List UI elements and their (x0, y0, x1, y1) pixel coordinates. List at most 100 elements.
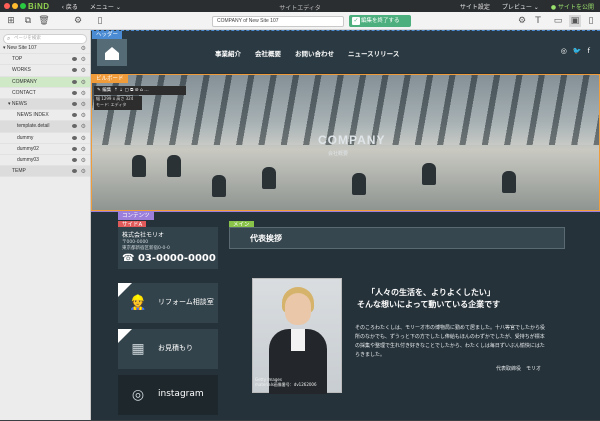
block-edit-toolbar[interactable]: ✎ 編集 ⇡ ⇣ ▢ ⧉ ⊘ ⌂ … (94, 86, 186, 95)
text-style-icon[interactable]: T (532, 15, 544, 27)
eye-icon[interactable] (72, 68, 77, 73)
eye-icon[interactable] (72, 57, 77, 62)
zoom-window-icon[interactable] (20, 3, 26, 9)
app-logo: BiND (28, 1, 50, 11)
billboard-tag[interactable]: ビルボード (92, 75, 128, 83)
menu-item-news[interactable]: ニュースリリース (348, 48, 399, 58)
billboard-block[interactable]: ビルボード ✎ 編集 ⇡ ⇣ ▢ ⧉ ⊘ ⌂ … 幅 1299 x 高さ 324… (91, 74, 600, 211)
tree-item-site[interactable]: ▾ New Site 107 ⚙ (0, 43, 90, 55)
menu-item-company[interactable]: 会社概要 (255, 48, 281, 58)
duplicate-page-icon[interactable]: ⧉ (22, 15, 34, 27)
eye-icon[interactable] (72, 169, 77, 174)
person-silhouette (262, 167, 276, 189)
photo-caption: Getty Images materials画像番号：dv1262006 (255, 377, 317, 387)
estimate-button[interactable]: ▦ お見積もり (118, 329, 218, 369)
tree-item-top[interactable]: TOP ⚙ (0, 54, 90, 66)
tree-item-news-index[interactable]: NEWS INDEX ⚙ (0, 110, 90, 122)
quote-line-1: 「人々の生活を、よりよくしたい」 (367, 288, 495, 297)
trash-icon[interactable]: 🗑 (38, 15, 50, 27)
page-address-field[interactable]: COMPANY of New Site 107 (212, 16, 344, 27)
settings-gear-icon[interactable]: ⚙ (72, 15, 84, 27)
side-column: 株式会社モリオ 〒000-0000 東京都新宿区新宿0-0-0 ☎ 03-000… (118, 225, 218, 421)
mobile-view-icon[interactable]: ▯ (585, 15, 597, 27)
reform-consult-button[interactable]: 👷 リフォーム相談室 (118, 283, 218, 323)
menu-button[interactable]: メニュー ⌄ (90, 2, 121, 11)
tree-item-news[interactable]: ▾ NEWS ⚙ (0, 98, 90, 111)
photo-face (285, 293, 311, 325)
close-window-icon[interactable] (4, 3, 10, 9)
person-silhouette (502, 171, 516, 193)
page-tree: ▾ New Site 107 ⚙ TOP ⚙ WORKS ⚙ COMPANY ⚙ CON… (0, 43, 90, 178)
block-size-info: 幅 1299 x 高さ 324 モード: エディタ (94, 96, 142, 110)
gear-icon[interactable]: ⚙ (81, 167, 86, 178)
tree-item-template-detail[interactable]: template.detail ⚙ (0, 121, 90, 133)
home-icon (105, 47, 119, 60)
section-title: 代表挨拶 (229, 227, 565, 249)
eye-icon[interactable] (72, 157, 77, 162)
ceo-photo[interactable]: Getty Images materials画像番号：dv1262006 (252, 278, 342, 394)
page-tree-sidebar: ⌕ ページを検索 ▾ New Site 107 ⚙ TOP ⚙ WORKS ⚙ COMP… (0, 30, 91, 420)
search-icon: ⌕ (7, 35, 11, 42)
person-silhouette (167, 155, 181, 177)
quote-line-2: そんな想いによって動いている企業です (357, 300, 501, 309)
menu-item-business[interactable]: 事業紹介 (215, 48, 241, 58)
tree-item-temp[interactable]: TEMP ⚙ (0, 166, 90, 178)
photo-shirt (291, 329, 305, 351)
tablet-view-icon[interactable]: ▭ (552, 15, 564, 27)
global-menu: 事業紹介 会社概要 お問い合わせ ニュースリリース (215, 48, 399, 58)
instagram-icon[interactable]: ◎ (561, 47, 567, 55)
header-tag[interactable]: ヘッダー (92, 31, 123, 39)
back-button[interactable]: ‹ 戻る (62, 2, 78, 11)
consultant-icon: 👷 (129, 295, 147, 311)
eye-icon[interactable] (72, 146, 77, 151)
eye-icon[interactable] (72, 124, 77, 129)
desktop-view-icon[interactable]: ▣ (569, 15, 581, 27)
main-column: 代表挨拶 Getty Images materials画像番号：dv1262006… (229, 225, 565, 421)
minimize-window-icon[interactable] (12, 3, 18, 9)
tree-item-dummy[interactable]: dummy ⚙ (0, 133, 90, 144)
eye-icon[interactable] (72, 79, 77, 84)
eye-icon[interactable] (72, 113, 77, 118)
twitter-icon[interactable]: 🐦 (573, 47, 582, 55)
tree-item-dummy03[interactable]: dummy03 ⚙ (0, 155, 90, 167)
person-silhouette (352, 173, 366, 195)
add-page-icon[interactable]: ⊞ (5, 15, 17, 27)
app-title-bar: BiND ‹ 戻る メニュー ⌄ サイトエディタ サイト設定 プレビュー ⌄ ●… (0, 0, 600, 12)
panel-toggle-icon[interactable]: ▯ (94, 15, 106, 27)
end-edit-button[interactable]: ✓ 編集を終了する (349, 15, 411, 27)
person-silhouette (132, 155, 146, 177)
eye-icon[interactable] (72, 101, 77, 106)
eye-icon[interactable] (72, 90, 77, 95)
tree-item-works[interactable]: WORKS ⚙ (0, 65, 90, 77)
person-silhouette (422, 163, 436, 185)
site-settings-button[interactable]: サイト設定 (460, 2, 490, 11)
facebook-icon[interactable]: f (588, 47, 590, 55)
person-silhouette (212, 175, 226, 197)
company-name: 株式会社モリオ (122, 232, 165, 239)
company-info-box: 株式会社モリオ 〒000-0000 東京都新宿区新宿0-0-0 ☎ 03-000… (118, 227, 218, 269)
content-tag[interactable]: コンテンツ (118, 212, 154, 220)
billboard-subtitle: 会社概要 (328, 151, 349, 157)
instagram-button[interactable]: ◎ instagram (118, 375, 218, 415)
company-address: 東京都新宿区新宿0-0-0 (122, 246, 170, 251)
eye-icon[interactable] (72, 135, 77, 140)
tree-item-contact[interactable]: CONTACT ⚙ (0, 88, 90, 99)
publish-button[interactable]: ● サイトを公開 (551, 2, 594, 11)
greeting-body: そのころわたくしは、モリーオ市の博物局に勤めて居ました。十八等官でしたから役所の… (355, 325, 546, 358)
page-canvas: ヘッダー 事業紹介 会社概要 お問い合わせ ニュースリリース ◎ 🐦 f ビルボ… (91, 30, 600, 420)
site-logo[interactable] (97, 39, 127, 66)
tree-item-company[interactable]: COMPANY ⚙ (0, 76, 90, 88)
calculator-icon: ▦ (131, 341, 145, 357)
signature: 代表取締役 モリオ (496, 366, 542, 372)
preview-button[interactable]: プレビュー ⌄ (502, 2, 539, 11)
gear-icon[interactable]: ⚙ (516, 15, 528, 27)
check-icon: ✓ (352, 17, 360, 25)
social-links: ◎ 🐦 f (561, 47, 590, 55)
billboard-title: COMPANY (318, 133, 386, 147)
content-block[interactable]: コンテンツ サイドA メイン 株式会社モリオ 〒000-0000 東京都新宿区新… (91, 211, 600, 420)
phone-number[interactable]: ☎ 03-0000-0000 (122, 253, 216, 264)
header-block[interactable]: ヘッダー 事業紹介 会社概要 お問い合わせ ニュースリリース ◎ 🐦 f (91, 30, 600, 73)
editor-toolbar: ⊞ ⧉ 🗑 ⚙ ▯ COMPANY of New Site 107 ✓ 編集を終了… (0, 12, 600, 30)
menu-item-contact[interactable]: お問い合わせ (295, 48, 334, 58)
tree-item-dummy02[interactable]: dummy02 ⚙ (0, 144, 90, 155)
